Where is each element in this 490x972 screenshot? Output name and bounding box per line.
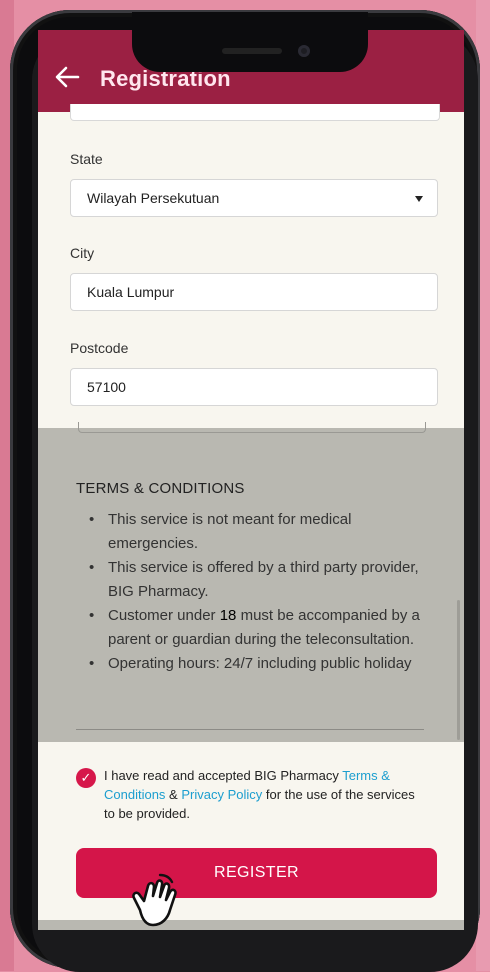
list-item: Customer under 18 must be accompanied by… [76, 604, 436, 652]
previous-field-stub[interactable] [70, 104, 440, 121]
state-select[interactable]: Wilayah Persekutuan [70, 179, 438, 217]
tap-hand-icon [132, 873, 177, 927]
consent-text: I have read and accepted BIG Pharmacy Te… [104, 766, 424, 823]
terms-list: This service is not meant for medical em… [76, 508, 436, 676]
list-item: Operating hours: 24/7 including public h… [76, 652, 436, 676]
state-value: Wilayah Persekutuan [87, 190, 220, 206]
phone-screen: Registration State Wilayah Persekutuan C… [38, 30, 464, 930]
field-stub-dimmed [78, 422, 426, 433]
consent-amp: & [165, 787, 182, 802]
screen-bottom [38, 920, 464, 930]
check-icon: ✓ [80, 770, 92, 785]
speaker-grille [222, 48, 282, 54]
divider [76, 729, 424, 730]
phone-notch [132, 12, 368, 72]
terms-section: TERMS & CONDITIONS This service is not m… [38, 422, 464, 742]
city-label: City [70, 245, 95, 261]
list-item-text: Customer under [108, 607, 220, 624]
postcode-input[interactable]: 57100 [70, 368, 438, 406]
consent-checkbox[interactable]: ✓ [76, 768, 96, 788]
age-value: 18 [219, 607, 237, 624]
city-input[interactable]: Kuala Lumpur [70, 273, 438, 311]
postcode-label: Postcode [70, 340, 129, 356]
list-item: This service is not meant for medical em… [76, 508, 436, 556]
privacy-policy-link[interactable]: Privacy Policy [181, 787, 262, 802]
list-item: This service is offered by a third party… [76, 556, 436, 604]
camera-icon [298, 45, 310, 57]
terms-title: TERMS & CONDITIONS [76, 480, 245, 497]
back-arrow-icon[interactable] [54, 64, 80, 90]
state-label: State [70, 151, 103, 167]
consent-pre: I have read and accepted BIG Pharmacy [104, 768, 343, 783]
dropdown-caret-icon [415, 196, 423, 202]
scrollbar[interactable] [457, 600, 460, 740]
